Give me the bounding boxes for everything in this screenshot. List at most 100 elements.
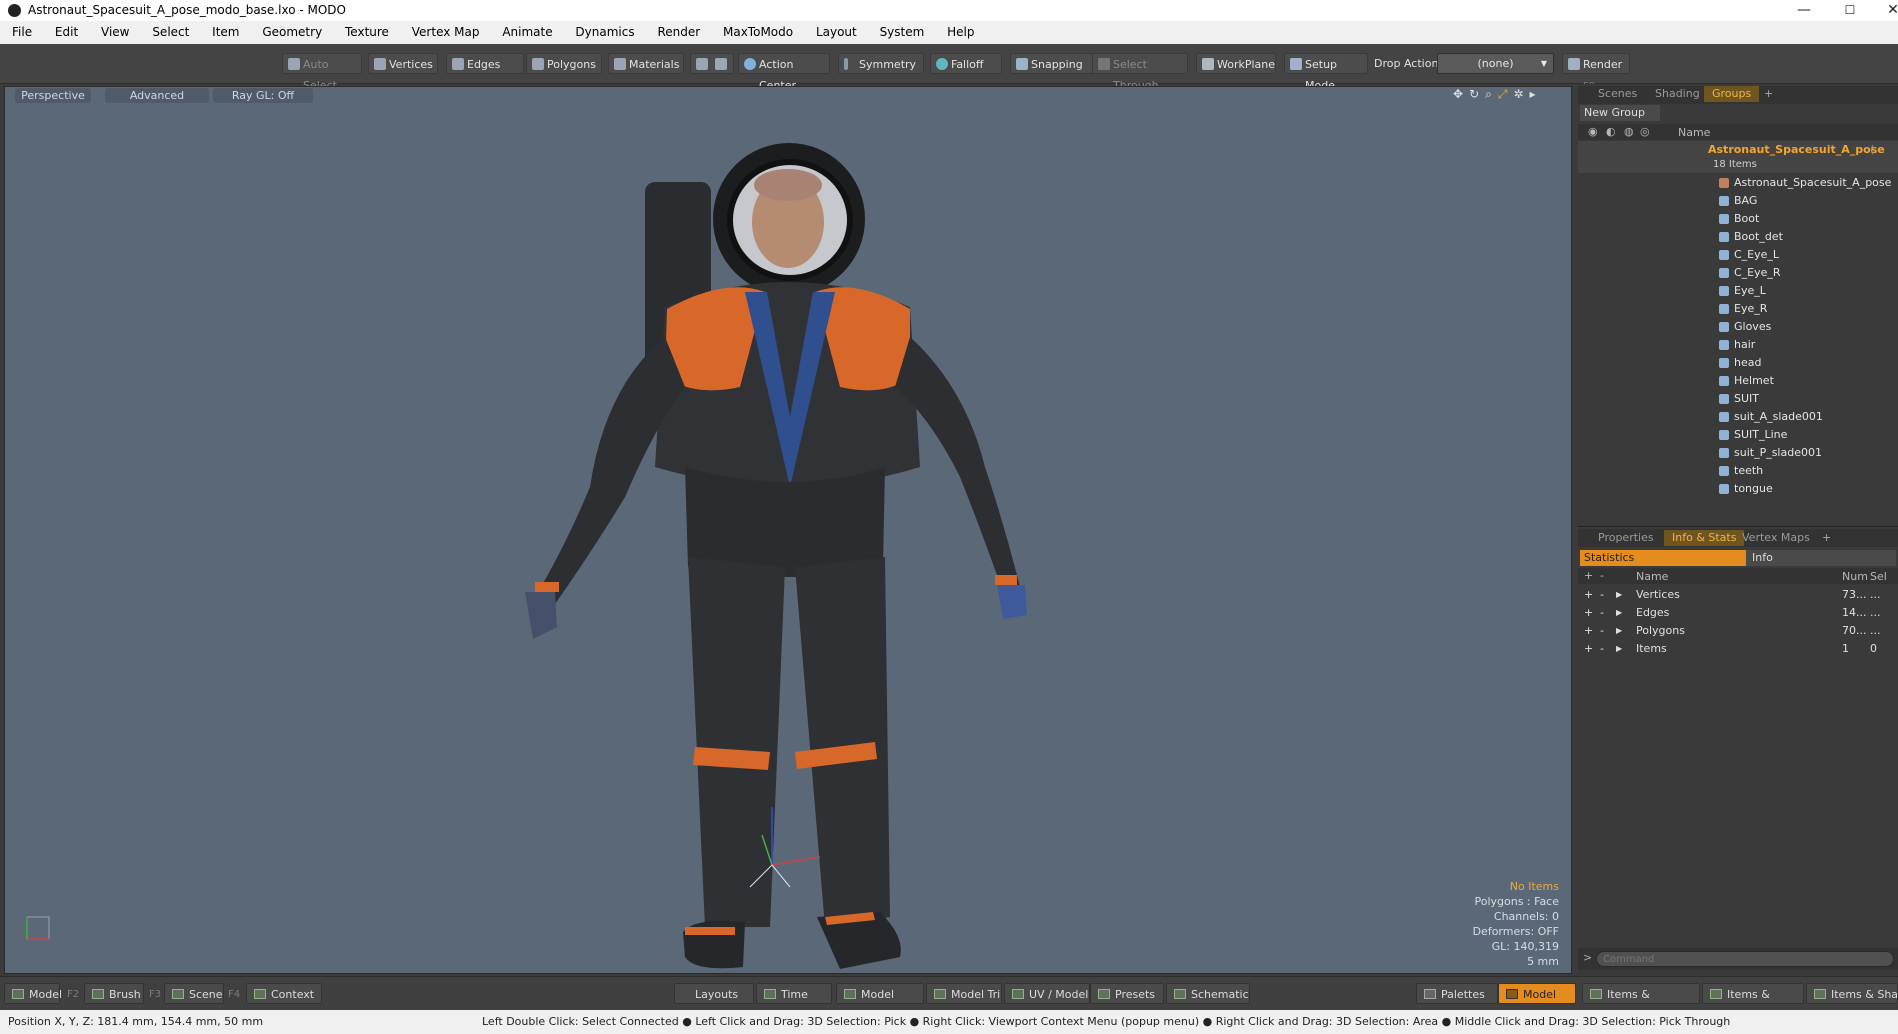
list-item[interactable]: C_Eye_R [1716, 264, 1896, 282]
table-row[interactable]: + - ▶ Polygons 70... ... [1578, 622, 1898, 640]
edges-button[interactable]: Edges [446, 53, 524, 74]
close-button[interactable]: ✕ [1870, 0, 1898, 21]
model-active-button[interactable]: Model [1498, 983, 1576, 1004]
symmetry-button[interactable]: Symmetry [838, 53, 924, 74]
model-quad-button[interactable]: Model Quad [836, 983, 924, 1022]
items-properties-button[interactable]: Items & Properties [1582, 983, 1700, 1022]
presets-button[interactable]: Presets [1090, 983, 1164, 1004]
menu-dynamics[interactable]: Dynamics [575, 25, 634, 39]
collapse-all-icon[interactable]: - [1600, 569, 1604, 582]
layout-icon [1590, 989, 1602, 999]
table-row[interactable]: + - ▶ Items 1 0 [1578, 640, 1898, 658]
list-item[interactable]: Gloves [1716, 318, 1896, 336]
snapping-button[interactable]: Snapping [1010, 53, 1094, 74]
viewport-stat-channels: Channels: 0 [1493, 910, 1559, 923]
menu-animate[interactable]: Animate [502, 25, 552, 39]
uv-model-button[interactable]: UV / Model [1004, 983, 1090, 1004]
list-item[interactable]: Eye_R [1716, 300, 1896, 318]
maximize-button[interactable]: ☐ [1827, 0, 1873, 21]
menu-select[interactable]: Select [152, 25, 189, 39]
polygons-button[interactable]: Polygons [526, 53, 602, 74]
vertices-button[interactable]: Vertices [368, 53, 438, 74]
menu-help[interactable]: Help [947, 25, 974, 39]
palettes-button[interactable]: Palettes [1416, 983, 1498, 1004]
menu-view[interactable]: View [101, 25, 129, 39]
materials-button[interactable]: Materials [608, 53, 684, 74]
materials-icon [614, 58, 626, 70]
menu-vertex-map[interactable]: Vertex Map [412, 25, 480, 39]
schematic-button[interactable]: Schematic [1166, 983, 1250, 1004]
list-item[interactable]: Boot_det [1716, 228, 1896, 246]
statistics-subtab[interactable]: Statistics [1580, 550, 1746, 566]
viewport-stat-polygons: Polygons : Face [1474, 895, 1559, 908]
list-item[interactable]: Astronaut_Spacesuit_A_pose [1716, 174, 1896, 192]
menu-render[interactable]: Render [657, 25, 700, 39]
expand-arrow-icon[interactable]: ▶ [1616, 604, 1622, 622]
model-tri-button[interactable]: Model Tri [926, 983, 1002, 1004]
expand-all-icon[interactable]: + [1584, 569, 1593, 582]
menu-geometry[interactable]: Geometry [262, 25, 322, 39]
list-item[interactable]: Eye_L [1716, 282, 1896, 300]
tab-shading[interactable]: Shading [1647, 86, 1708, 102]
list-item[interactable]: head [1716, 354, 1896, 372]
menu-maxtomodo[interactable]: MaxToModo [723, 25, 793, 39]
list-item[interactable]: suit_A_slade001 [1716, 408, 1896, 426]
list-item[interactable]: Boot [1716, 210, 1896, 228]
model-layout-button[interactable]: Model [4, 983, 62, 1004]
list-item[interactable]: suit_P_slade001 [1716, 444, 1896, 462]
list-item[interactable]: SUIT [1716, 390, 1896, 408]
info-subtab[interactable]: Info [1746, 550, 1896, 566]
menu-system[interactable]: System [880, 25, 925, 39]
menu-edit[interactable]: Edit [55, 25, 78, 39]
mesh-icon [1719, 484, 1729, 494]
items-groups-button[interactable]: Items & Groups [1702, 983, 1804, 1022]
group-root-row[interactable]: Astronaut_Spacesuit_A_pose (... 18 Items [1578, 141, 1898, 173]
list-item[interactable]: tongue [1716, 480, 1896, 498]
list-item[interactable]: BAG [1716, 192, 1896, 210]
select-through-button[interactable]: Select Through [1092, 53, 1188, 92]
select-through-icon [1098, 58, 1110, 70]
selection-sets-button[interactable] [690, 53, 734, 74]
brush-layout-button[interactable]: Brush [84, 983, 144, 1004]
context-layout-button[interactable]: Context [246, 983, 322, 1004]
items-shading-button[interactable]: Items & Shadir [1806, 983, 1898, 1004]
list-item[interactable]: Helmet [1716, 372, 1896, 390]
falloff-button[interactable]: Falloff [930, 53, 1002, 74]
add-tab-icon[interactable]: + [1756, 86, 1781, 102]
layouts-button[interactable]: Layouts [674, 983, 754, 1004]
tab-scenes[interactable]: Scenes [1590, 86, 1645, 102]
astronaut-model[interactable] [5, 87, 1571, 973]
scene-layout-button[interactable]: Scene [164, 983, 224, 1004]
3d-viewport[interactable]: Perspective Advanced Ray GL: Off ✥↻⌕⤢✲▸ [4, 86, 1572, 974]
expand-arrow-icon[interactable]: ▶ [1616, 640, 1622, 658]
tab-groups[interactable]: Groups [1704, 86, 1760, 102]
mesh-icon [1719, 196, 1729, 206]
tab-info-stats[interactable]: Info & Stats [1664, 530, 1745, 546]
workplane-button[interactable]: WorkPlane [1196, 53, 1276, 74]
action-center-button[interactable]: Action Center [738, 53, 830, 92]
menu-file[interactable]: File [12, 25, 32, 39]
new-group-button[interactable]: New Group [1580, 105, 1660, 121]
table-row[interactable]: + - ▶ Vertices 73... ... [1578, 586, 1898, 604]
vertices-icon [374, 58, 386, 70]
render-button[interactable]: Render F9 [1562, 53, 1630, 92]
list-item[interactable]: teeth [1716, 462, 1896, 480]
minimize-button[interactable]: — [1781, 0, 1827, 21]
command-input[interactable] [1596, 951, 1894, 967]
table-row[interactable]: + - ▶ Edges 14... ... [1578, 604, 1898, 622]
menu-texture[interactable]: Texture [345, 25, 389, 39]
list-item[interactable]: hair [1716, 336, 1896, 354]
setup-mode-button[interactable]: Setup Mode [1284, 53, 1368, 92]
add-tab-icon[interactable]: + [1814, 530, 1839, 546]
list-item[interactable]: SUIT_Line [1716, 426, 1896, 444]
drop-action-select[interactable]: (none) ▼ [1437, 53, 1554, 74]
menu-item[interactable]: Item [212, 25, 239, 39]
time-button[interactable]: Time [756, 983, 832, 1004]
menu-layout[interactable]: Layout [816, 25, 857, 39]
expand-arrow-icon[interactable]: ▶ [1616, 586, 1622, 604]
expand-arrow-icon[interactable]: ▶ [1616, 622, 1622, 640]
auto-select-button[interactable]: Auto Select [282, 53, 362, 92]
tab-vertex-maps[interactable]: Vertex Maps [1734, 530, 1818, 546]
tab-properties[interactable]: Properties [1590, 530, 1662, 546]
list-item[interactable]: C_Eye_L [1716, 246, 1896, 264]
